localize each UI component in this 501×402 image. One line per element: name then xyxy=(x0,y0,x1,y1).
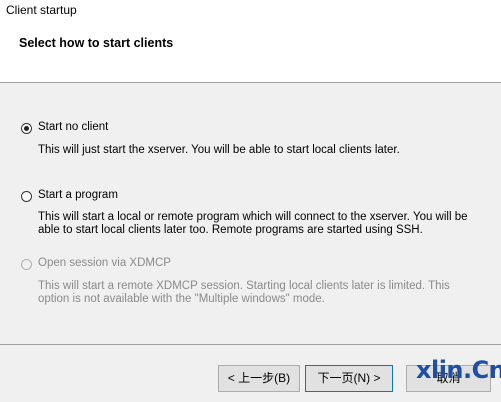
option-description: This will just start the xserver. You wi… xyxy=(38,144,400,156)
option-label[interactable]: Start a program xyxy=(38,189,118,201)
option-label[interactable]: Start no client xyxy=(38,121,108,133)
watermark-logo: xlin.Cn xyxy=(416,356,501,384)
radio-open-session-xdmcp xyxy=(21,259,32,270)
title-bar: Client startup xyxy=(0,0,501,22)
back-button[interactable]: < 上一步(B) xyxy=(218,365,300,392)
footer-divider xyxy=(0,344,501,345)
option-description: This will start a local or remote progra… xyxy=(38,211,468,236)
option-description: This will start a remote XDMCP session. … xyxy=(38,280,450,305)
option-label: Open session via XDMCP xyxy=(38,257,171,269)
radio-start-a-program[interactable] xyxy=(21,191,32,202)
window-title: Client startup xyxy=(6,3,77,17)
radio-start-no-client[interactable] xyxy=(21,123,32,134)
header-divider xyxy=(0,82,501,83)
page-heading: Select how to start clients xyxy=(19,36,174,50)
wizard-header: Select how to start clients xyxy=(0,22,501,82)
next-button[interactable]: 下一页(N) > xyxy=(305,365,393,392)
